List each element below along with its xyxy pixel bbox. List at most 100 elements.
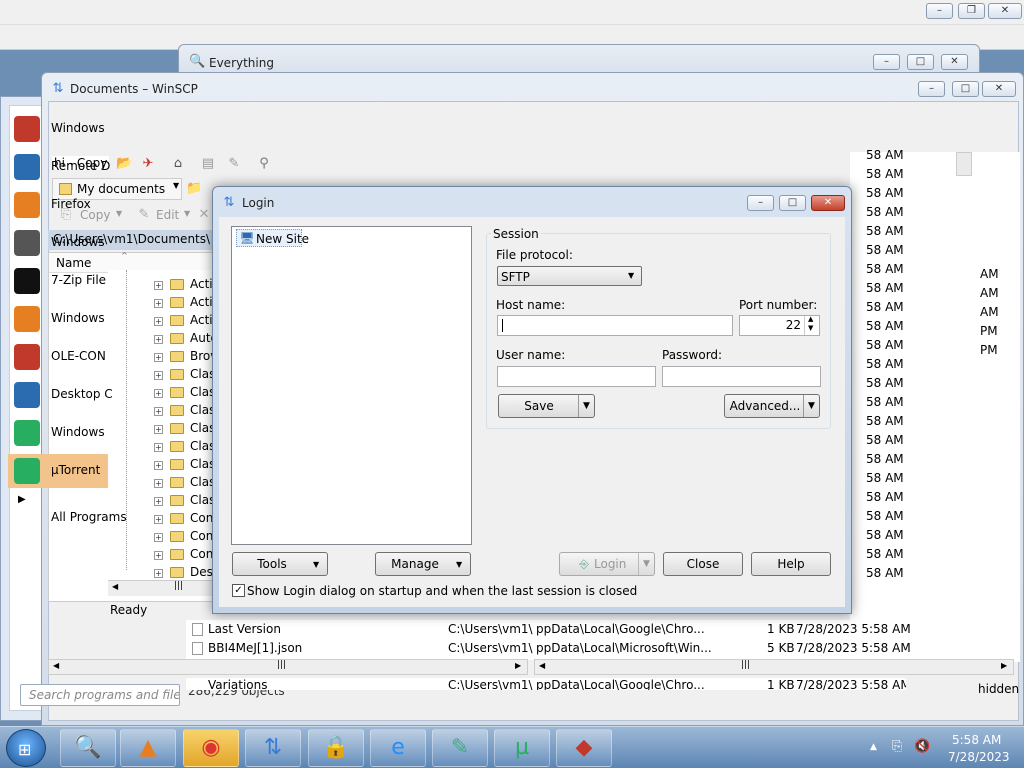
expand-icon[interactable]: + xyxy=(154,317,163,326)
winscp-maximize-button[interactable]: □ xyxy=(952,81,979,97)
bg-minimize-button[interactable]: – xyxy=(926,3,953,19)
site-item-new[interactable]: 🖥 New Site xyxy=(236,229,309,247)
tree-folder-item[interactable]: + Auto xyxy=(108,330,218,348)
spin-up-icon[interactable]: ▲ xyxy=(808,315,813,323)
ole-icon[interactable]: ◆ xyxy=(556,729,612,767)
expand-icon[interactable]: + xyxy=(154,389,163,398)
winscp-minimize-button[interactable]: – xyxy=(918,81,945,97)
start-menu-item[interactable]: Windows xyxy=(8,302,108,336)
expand-icon[interactable]: + xyxy=(154,569,163,578)
advanced-button[interactable]: Advanced... ▼ xyxy=(724,394,820,418)
expand-icon[interactable]: + xyxy=(154,515,163,524)
expand-icon[interactable]: + xyxy=(154,551,163,560)
bg-close-button[interactable]: ✕ xyxy=(988,3,1022,19)
open-folder-icon[interactable]: 📂 xyxy=(116,156,132,172)
right-vscroll[interactable] xyxy=(956,152,972,176)
tree-folder-item[interactable]: + Clas xyxy=(108,492,215,510)
tree-folder-item[interactable]: + Acti xyxy=(108,294,214,312)
everything-close-button[interactable]: ✕ xyxy=(941,54,968,70)
utorrent-icon[interactable]: µ xyxy=(494,729,550,767)
tree-folder-item[interactable]: + Con xyxy=(108,528,214,546)
show-login-checkbox[interactable]: ✓ xyxy=(232,584,245,597)
start-button[interactable]: ⊞ xyxy=(6,729,46,767)
expand-icon[interactable]: + xyxy=(154,497,163,506)
manage-button[interactable]: Manage ▼ xyxy=(375,552,471,576)
volume-muted-icon[interactable]: 🔇 xyxy=(914,739,930,754)
start-menu-item[interactable]: Desktop C xyxy=(8,378,113,412)
show-hidden-icons[interactable]: ▲ xyxy=(870,742,877,752)
start-menu-item[interactable]: Windows xyxy=(8,416,108,450)
edit-dropdown-icon[interactable]: ▼ xyxy=(184,209,190,218)
everything-minimize-button[interactable]: – xyxy=(873,54,900,70)
close-button[interactable]: Close xyxy=(663,552,743,576)
clock-date[interactable]: 7/28/2023 xyxy=(948,750,1010,764)
tree-folder-item[interactable]: + Clas xyxy=(108,456,215,474)
spin-down-icon[interactable]: ▼ xyxy=(808,324,813,332)
left-hscroll[interactable]: ◀ ||| xyxy=(108,580,214,596)
delete-icon[interactable]: ✕ xyxy=(196,207,212,223)
tree-folder-item[interactable]: + Acti xyxy=(108,276,214,294)
expand-icon[interactable]: + xyxy=(154,353,163,362)
winscp-close-button[interactable]: ✕ xyxy=(982,81,1016,97)
password-input[interactable] xyxy=(662,366,821,387)
clock-time[interactable]: 5:58 AM xyxy=(952,733,1001,747)
user-name-input[interactable] xyxy=(497,366,656,387)
tree-folder-item[interactable]: + Clas xyxy=(108,420,215,438)
table-row[interactable]: BBI4MeJ[1].json C:\Users\vm1\ ppData\Loc… xyxy=(186,639,911,658)
keepass-icon[interactable]: 🔒 xyxy=(308,729,364,767)
network-icon[interactable]: ⎘ xyxy=(892,739,902,754)
save-button[interactable]: Save ▼ xyxy=(498,394,595,418)
expand-icon[interactable]: + xyxy=(154,533,163,542)
expand-icon[interactable]: + xyxy=(154,281,163,290)
binoculars-icon[interactable]: ⚲ xyxy=(256,156,272,172)
port-spinner[interactable]: ▲ ▼ xyxy=(804,315,819,335)
bg-restore-button[interactable]: ❐ xyxy=(958,3,985,19)
host-name-input[interactable] xyxy=(497,315,733,336)
start-search-box[interactable]: Search programs and files xyxy=(20,684,180,706)
login-close-x-button[interactable]: ✕ xyxy=(811,195,845,211)
bottom-hscroll-right[interactable]: ◀ ||| ▶ xyxy=(534,659,1014,675)
expand-icon[interactable]: + xyxy=(154,335,163,344)
everything-maximize-button[interactable]: □ xyxy=(907,54,934,70)
tree-folder-item[interactable]: + Clas xyxy=(108,366,215,384)
save-dropdown-icon[interactable]: ▼ xyxy=(578,395,594,417)
tools-button[interactable]: Tools ▼ xyxy=(232,552,328,576)
chrome-icon[interactable]: ◉ xyxy=(183,729,239,767)
tree-folder-item[interactable]: + Acti xyxy=(108,312,214,330)
login-maximize-button[interactable]: □ xyxy=(779,195,806,211)
folder-icon[interactable]: 📁 xyxy=(186,181,202,197)
expand-icon[interactable]: + xyxy=(154,299,163,308)
expand-icon[interactable]: + xyxy=(154,425,163,434)
start-menu-item[interactable]: 7-Zip File xyxy=(8,264,108,298)
edit-button[interactable]: Edit xyxy=(156,208,179,222)
start-menu-item[interactable]: OLE-CON xyxy=(8,340,108,374)
expand-icon[interactable]: + xyxy=(154,479,163,488)
login-button[interactable]: ⎆ Login ▼ xyxy=(559,552,655,576)
login-dropdown-icon[interactable]: ▼ xyxy=(638,553,654,575)
start-menu-item[interactable]: Windows xyxy=(8,112,108,146)
tree-folder-item[interactable]: + Clas xyxy=(108,474,215,492)
start-menu-item[interactable]: Firefox xyxy=(8,188,108,222)
transfer-icon[interactable]: ✈ xyxy=(140,156,156,172)
search-app-icon[interactable]: 🔍 xyxy=(60,729,116,767)
port-number-input[interactable]: 22 ▲ ▼ xyxy=(739,315,820,336)
start-menu-item[interactable]: µTorrent xyxy=(8,454,108,488)
advanced-dropdown-icon[interactable]: ▼ xyxy=(803,395,819,417)
login-minimize-button[interactable]: – xyxy=(747,195,774,211)
start-menu-item[interactable]: Windows xyxy=(8,226,108,260)
vlc-icon[interactable]: ▲ xyxy=(120,729,176,767)
help-button[interactable]: Help xyxy=(751,552,831,576)
expand-icon[interactable]: + xyxy=(154,443,163,452)
tree-folder-item[interactable]: + Clas xyxy=(108,384,215,402)
ie-icon[interactable]: e xyxy=(370,729,426,767)
file-protocol-select[interactable]: SFTP ▼ xyxy=(497,266,642,286)
table-row[interactable]: Last Version C:\Users\vm1\ ppData\Local\… xyxy=(186,620,911,639)
edit-doc-icon[interactable]: ✎ xyxy=(226,156,242,172)
expand-icon[interactable]: + xyxy=(154,461,163,470)
location-dropdown-icon[interactable]: ▼ xyxy=(173,181,179,190)
start-menu-item[interactable]: ▶ All Programs xyxy=(8,492,127,526)
tree-folder-item[interactable]: + Brov xyxy=(108,348,217,366)
start-menu-item[interactable]: Remote D xyxy=(8,150,110,184)
site-tree[interactable]: 🖥 New Site xyxy=(231,226,472,545)
winscp-icon[interactable]: ⇅ xyxy=(245,729,301,767)
